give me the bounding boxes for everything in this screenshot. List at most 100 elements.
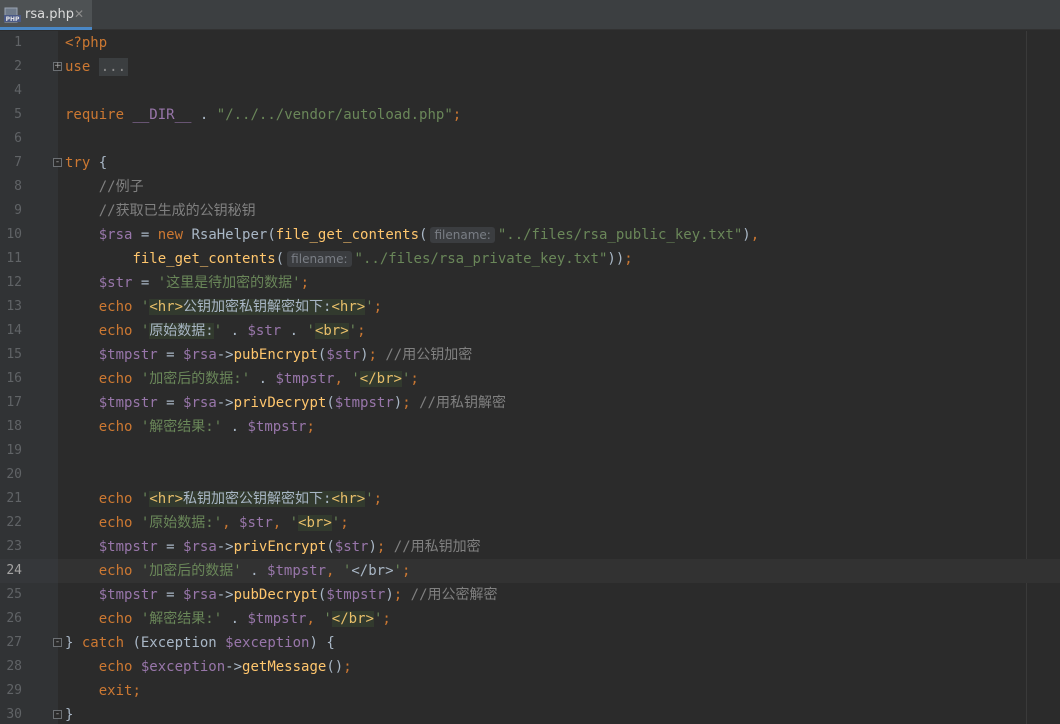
- code-token: ': [365, 491, 374, 507]
- code-text: //获取已生成的公钥秘钥: [65, 199, 256, 223]
- code-token: echo: [98, 563, 133, 579]
- fold-collapse-icon[interactable]: -: [53, 638, 62, 647]
- code-text: $tmpstr = $rsa->privEncrypt($str); //用私钥…: [65, 535, 481, 559]
- code-token: RsaHelper(: [183, 227, 276, 243]
- code-token: getMessage: [242, 659, 327, 675]
- code-line[interactable]: 8 //例子: [0, 175, 1060, 199]
- code-token: echo: [98, 371, 133, 387]
- code-line[interactable]: 4: [0, 79, 1060, 103]
- tab-rsa-php[interactable]: PHP rsa.php ✕: [0, 0, 92, 30]
- code-line[interactable]: 24 echo '加密后的数据' . $tmpstr, '</br>';: [0, 559, 1060, 583]
- tab-filename: rsa.php: [25, 7, 74, 22]
- code-token: (): [326, 659, 344, 675]
- code-token: //用公钥加密: [385, 347, 473, 363]
- code-token: ;: [401, 563, 411, 579]
- code-editor[interactable]: 1 <?php 2 + use ... 4 5 require __DIR__ . "/../…: [0, 31, 1060, 724]
- code-line[interactable]: 7 - try {: [0, 151, 1060, 175]
- code-token: "../files/rsa_private_key.txt": [354, 251, 608, 267]
- code-line[interactable]: 28 echo $exception->getMessage();: [0, 655, 1060, 679]
- line-number: 1: [14, 35, 22, 50]
- code-token: file_get_contents: [132, 251, 276, 267]
- code-token: 原始数据:: [149, 323, 214, 339]
- code-line[interactable]: 14 echo '原始数据:' . $str . '<br>';: [0, 319, 1060, 343]
- code-line[interactable]: 23 $tmpstr = $rsa->privEncrypt($str); //…: [0, 535, 1060, 559]
- code-token: ;: [624, 251, 633, 267]
- folded-region[interactable]: ...: [98, 58, 129, 76]
- line-number: 19: [6, 443, 22, 458]
- fold-collapse-icon[interactable]: -: [53, 158, 62, 167]
- code-token: ': [306, 323, 315, 339]
- code-line[interactable]: 21 echo '<hr>私钥加密公钥解密如下:<hr>';: [0, 487, 1060, 511]
- code-line[interactable]: 11 file_get_contents(filename: "../files/…: [0, 247, 1060, 271]
- code-line[interactable]: 20: [0, 463, 1060, 487]
- code-token: '原始数据:': [140, 515, 223, 531]
- code-line[interactable]: 16 echo '加密后的数据:' . $tmpstr, '</br>';: [0, 367, 1060, 391]
- code-token: privDecrypt: [233, 395, 327, 411]
- code-token: </br>: [331, 611, 374, 627]
- code-token: $str: [326, 347, 361, 363]
- code-token: (: [326, 539, 335, 555]
- code-line[interactable]: 10 $rsa = new RsaHelper(file_get_content…: [0, 223, 1060, 247]
- code-token: $tmpstr: [326, 587, 386, 603]
- code-token: $tmpstr: [247, 419, 307, 435]
- code-line[interactable]: 6: [0, 127, 1060, 151]
- code-token: ->: [216, 539, 234, 555]
- code-line[interactable]: 13 echo '<hr>公钥加密私钥解密如下:<hr>';: [0, 295, 1060, 319]
- code-line[interactable]: 26 echo '解密结果:' . $tmpstr, '</br>';: [0, 607, 1060, 631]
- code-line[interactable]: 5 require __DIR__ . "/../../vendor/autolo…: [0, 103, 1060, 127]
- code-token: $rsa: [183, 539, 217, 555]
- line-number: 2: [14, 59, 22, 74]
- fold-collapse-icon[interactable]: -: [53, 710, 62, 719]
- line-number: 15: [6, 347, 22, 362]
- code-line[interactable]: 12 $str = '这里是待加密的数据';: [0, 271, 1060, 295]
- code-text: echo '原始数据:', $str, '<br>';: [65, 511, 349, 535]
- code-token: catch: [81, 635, 125, 651]
- code-text: echo '解密结果:' . $tmpstr, '</br>';: [65, 607, 391, 631]
- code-token: $tmpstr: [267, 563, 327, 579]
- code-token: echo: [98, 659, 133, 675]
- code-line[interactable]: 1 <?php: [0, 31, 1060, 55]
- code-token: ->: [216, 347, 234, 363]
- code-token: ': [289, 515, 299, 531]
- code-line[interactable]: 18 echo '解密结果:' . $tmpstr;: [0, 415, 1060, 439]
- code-line[interactable]: 30 -}: [0, 703, 1060, 724]
- code-line[interactable]: 19: [0, 439, 1060, 463]
- code-token: ): [385, 587, 394, 603]
- code-token: //用私钥加密: [393, 539, 481, 555]
- line-number: 12: [6, 275, 22, 290]
- code-line[interactable]: 2 + use ...: [0, 55, 1060, 79]
- code-token: <hr>: [149, 299, 184, 315]
- code-line[interactable]: 9 //获取已生成的公钥秘钥: [0, 199, 1060, 223]
- code-token: ,: [272, 515, 282, 531]
- code-token: ;: [382, 611, 391, 627]
- close-icon[interactable]: ✕: [74, 7, 84, 21]
- code-token: ': [365, 299, 374, 315]
- code-line[interactable]: 29 exit;: [0, 679, 1060, 703]
- code-token: ): [742, 227, 751, 243]
- code-token: echo: [98, 419, 133, 435]
- line-number: 18: [6, 419, 22, 434]
- code-line[interactable]: 15 $tmpstr = $rsa->pubEncrypt($str); //用…: [0, 343, 1060, 367]
- editor-tab-bar: PHP rsa.php ✕: [0, 0, 1060, 30]
- code-line[interactable]: 22 echo '原始数据:', $str, '<br>';: [0, 511, 1060, 535]
- code-token: <hr>: [149, 491, 184, 507]
- code-line[interactable]: 17 $tmpstr = $rsa->privDecrypt($tmpstr);…: [0, 391, 1060, 415]
- fold-expand-icon[interactable]: +: [53, 62, 62, 71]
- code-line[interactable]: 25 $tmpstr = $rsa->pubDecrypt($tmpstr); …: [0, 583, 1060, 607]
- code-token: ;: [402, 395, 411, 411]
- code-text: echo '加密后的数据' . $tmpstr, '</br>';: [65, 559, 411, 583]
- code-line[interactable]: 27 -} catch (Exception $exception) {: [0, 631, 1060, 655]
- code-token: ': [393, 563, 402, 579]
- code-token: $exception: [140, 659, 226, 675]
- code-token: 公钥加密私钥解密如下:: [183, 299, 332, 315]
- code-text: exit;: [65, 679, 141, 703]
